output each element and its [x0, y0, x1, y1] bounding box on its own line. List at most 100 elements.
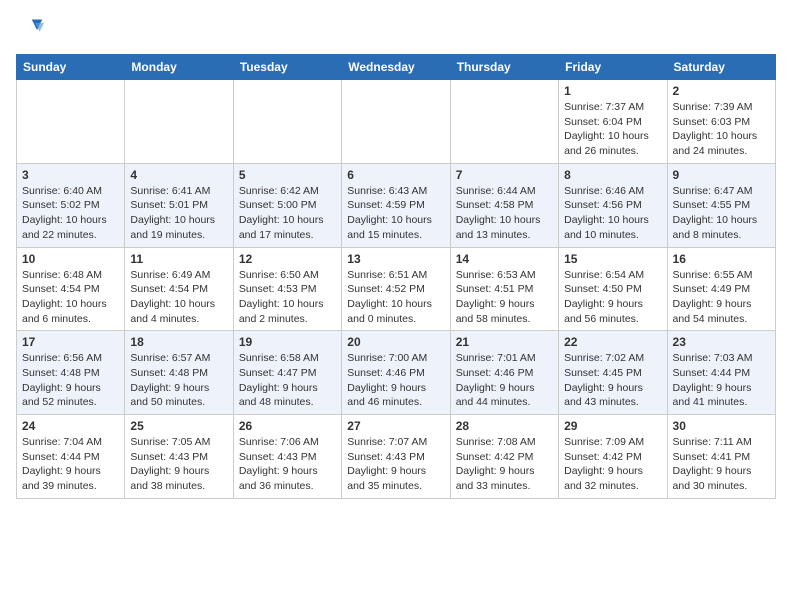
day-number: 1	[564, 84, 661, 98]
calendar-day: 7 Sunrise: 6:44 AM Sunset: 4:58 PM Daylig…	[450, 163, 558, 247]
day-number: 4	[130, 168, 227, 182]
calendar-day: 3Sunrise: 6:40 AM Sunset: 5:02 PM Daylig…	[17, 163, 125, 247]
calendar-day	[233, 80, 341, 164]
day-info: Sunrise: 6:57 AM Sunset: 4:48 PM Dayligh…	[130, 351, 227, 410]
calendar-day: 9 Sunrise: 6:47 AM Sunset: 4:55 PM Daylig…	[667, 163, 775, 247]
day-info: Sunrise: 7:05 AM Sunset: 4:43 PM Dayligh…	[130, 435, 227, 494]
day-number: 14	[456, 252, 553, 266]
day-number: 3	[22, 168, 119, 182]
day-number: 26	[239, 419, 336, 433]
day-number: 12	[239, 252, 336, 266]
day-info: Sunrise: 6:50 AM Sunset: 4:53 PM Dayligh…	[239, 268, 336, 327]
calendar-day: 10Sunrise: 6:48 AM Sunset: 4:54 PM Dayli…	[17, 247, 125, 331]
day-info: Sunrise: 6:47 AM Sunset: 4:55 PM Dayligh…	[673, 184, 770, 243]
calendar-day: 26 Sunrise: 7:06 AM Sunset: 4:43 PM Dayli…	[233, 415, 341, 499]
day-info: Sunrise: 6:58 AM Sunset: 4:47 PM Dayligh…	[239, 351, 336, 410]
calendar-week: 24 Sunrise: 7:04 AM Sunset: 4:44 PM Dayli…	[17, 415, 776, 499]
day-number: 18	[130, 335, 227, 349]
day-number: 21	[456, 335, 553, 349]
day-info: Sunrise: 6:49 AM Sunset: 4:54 PM Dayligh…	[130, 268, 227, 327]
day-info: Sunrise: 6:53 AM Sunset: 4:51 PM Dayligh…	[456, 268, 553, 327]
day-info: Sunrise: 6:55 AM Sunset: 4:49 PM Dayligh…	[673, 268, 770, 327]
day-number: 5	[239, 168, 336, 182]
day-info: Sunrise: 6:56 AM Sunset: 4:48 PM Dayligh…	[22, 351, 119, 410]
day-header: Monday	[125, 55, 233, 80]
calendar-day: 30 Sunrise: 7:11 AM Sunset: 4:41 PM Dayli…	[667, 415, 775, 499]
day-info: Sunrise: 6:51 AM Sunset: 4:52 PM Dayligh…	[347, 268, 444, 327]
day-number: 30	[673, 419, 770, 433]
calendar-day	[450, 80, 558, 164]
day-number: 23	[673, 335, 770, 349]
day-number: 7	[456, 168, 553, 182]
calendar-day	[17, 80, 125, 164]
calendar-day: 11 Sunrise: 6:49 AM Sunset: 4:54 PM Dayli…	[125, 247, 233, 331]
calendar-day: 2 Sunrise: 7:39 AM Sunset: 6:03 PM Daylig…	[667, 80, 775, 164]
day-info: Sunrise: 6:41 AM Sunset: 5:01 PM Dayligh…	[130, 184, 227, 243]
calendar-day	[125, 80, 233, 164]
calendar-day: 24 Sunrise: 7:04 AM Sunset: 4:44 PM Dayli…	[17, 415, 125, 499]
day-info: Sunrise: 7:07 AM Sunset: 4:43 PM Dayligh…	[347, 435, 444, 494]
day-number: 16	[673, 252, 770, 266]
day-info: Sunrise: 7:39 AM Sunset: 6:03 PM Dayligh…	[673, 100, 770, 159]
calendar-day: 15 Sunrise: 6:54 AM Sunset: 4:50 PM Dayli…	[559, 247, 667, 331]
day-number: 28	[456, 419, 553, 433]
day-info: Sunrise: 6:43 AM Sunset: 4:59 PM Dayligh…	[347, 184, 444, 243]
calendar-day: 19Sunrise: 6:58 AM Sunset: 4:47 PM Dayli…	[233, 331, 341, 415]
day-info: Sunrise: 7:03 AM Sunset: 4:44 PM Dayligh…	[673, 351, 770, 410]
calendar-day: 4 Sunrise: 6:41 AM Sunset: 5:01 PM Daylig…	[125, 163, 233, 247]
calendar-day: 20Sunrise: 7:00 AM Sunset: 4:46 PM Dayli…	[342, 331, 450, 415]
day-number: 25	[130, 419, 227, 433]
calendar-week: 17 Sunrise: 6:56 AM Sunset: 4:48 PM Dayli…	[17, 331, 776, 415]
calendar-day: 28 Sunrise: 7:08 AM Sunset: 4:42 PM Dayli…	[450, 415, 558, 499]
calendar-week: 3Sunrise: 6:40 AM Sunset: 5:02 PM Daylig…	[17, 163, 776, 247]
calendar-day: 13 Sunrise: 6:51 AM Sunset: 4:52 PM Dayli…	[342, 247, 450, 331]
day-number: 13	[347, 252, 444, 266]
calendar-day: 6 Sunrise: 6:43 AM Sunset: 4:59 PM Daylig…	[342, 163, 450, 247]
day-info: Sunrise: 6:42 AM Sunset: 5:00 PM Dayligh…	[239, 184, 336, 243]
day-info: Sunrise: 6:48 AM Sunset: 4:54 PM Dayligh…	[22, 268, 119, 327]
calendar-day: 22 Sunrise: 7:02 AM Sunset: 4:45 PM Dayli…	[559, 331, 667, 415]
day-info: Sunrise: 6:44 AM Sunset: 4:58 PM Dayligh…	[456, 184, 553, 243]
calendar-week: 10Sunrise: 6:48 AM Sunset: 4:54 PM Dayli…	[17, 247, 776, 331]
day-number: 6	[347, 168, 444, 182]
day-header: Wednesday	[342, 55, 450, 80]
day-number: 22	[564, 335, 661, 349]
calendar-day: 12 Sunrise: 6:50 AM Sunset: 4:53 PM Dayli…	[233, 247, 341, 331]
day-info: Sunrise: 7:11 AM Sunset: 4:41 PM Dayligh…	[673, 435, 770, 494]
day-number: 15	[564, 252, 661, 266]
day-header: Sunday	[17, 55, 125, 80]
day-info: Sunrise: 7:01 AM Sunset: 4:46 PM Dayligh…	[456, 351, 553, 410]
day-number: 11	[130, 252, 227, 266]
day-info: Sunrise: 7:09 AM Sunset: 4:42 PM Dayligh…	[564, 435, 661, 494]
calendar-day: 1 Sunrise: 7:37 AM Sunset: 6:04 PM Daylig…	[559, 80, 667, 164]
calendar-week: 1 Sunrise: 7:37 AM Sunset: 6:04 PM Daylig…	[17, 80, 776, 164]
day-info: Sunrise: 7:02 AM Sunset: 4:45 PM Dayligh…	[564, 351, 661, 410]
day-number: 24	[22, 419, 119, 433]
day-info: Sunrise: 7:06 AM Sunset: 4:43 PM Dayligh…	[239, 435, 336, 494]
day-number: 29	[564, 419, 661, 433]
calendar-day: 18 Sunrise: 6:57 AM Sunset: 4:48 PM Dayli…	[125, 331, 233, 415]
day-number: 2	[673, 84, 770, 98]
day-number: 9	[673, 168, 770, 182]
calendar-table: SundayMondayTuesdayWednesdayThursdayFrid…	[16, 54, 776, 499]
calendar-day: 27 Sunrise: 7:07 AM Sunset: 4:43 PM Dayli…	[342, 415, 450, 499]
day-number: 8	[564, 168, 661, 182]
day-info: Sunrise: 6:46 AM Sunset: 4:56 PM Dayligh…	[564, 184, 661, 243]
calendar-day: 23 Sunrise: 7:03 AM Sunset: 4:44 PM Dayli…	[667, 331, 775, 415]
header	[16, 16, 776, 44]
day-info: Sunrise: 7:00 AM Sunset: 4:46 PM Dayligh…	[347, 351, 444, 410]
day-info: Sunrise: 6:54 AM Sunset: 4:50 PM Dayligh…	[564, 268, 661, 327]
calendar-day: 29 Sunrise: 7:09 AM Sunset: 4:42 PM Dayli…	[559, 415, 667, 499]
calendar-day: 21 Sunrise: 7:01 AM Sunset: 4:46 PM Dayli…	[450, 331, 558, 415]
calendar-day: 5 Sunrise: 6:42 AM Sunset: 5:00 PM Daylig…	[233, 163, 341, 247]
calendar-day: 25 Sunrise: 7:05 AM Sunset: 4:43 PM Dayli…	[125, 415, 233, 499]
day-info: Sunrise: 7:08 AM Sunset: 4:42 PM Dayligh…	[456, 435, 553, 494]
day-info: Sunrise: 7:37 AM Sunset: 6:04 PM Dayligh…	[564, 100, 661, 159]
day-header: Thursday	[450, 55, 558, 80]
day-number: 17	[22, 335, 119, 349]
day-header: Saturday	[667, 55, 775, 80]
day-number: 27	[347, 419, 444, 433]
calendar-day: 8 Sunrise: 6:46 AM Sunset: 4:56 PM Daylig…	[559, 163, 667, 247]
day-info: Sunrise: 7:04 AM Sunset: 4:44 PM Dayligh…	[22, 435, 119, 494]
calendar-day: 16 Sunrise: 6:55 AM Sunset: 4:49 PM Dayli…	[667, 247, 775, 331]
